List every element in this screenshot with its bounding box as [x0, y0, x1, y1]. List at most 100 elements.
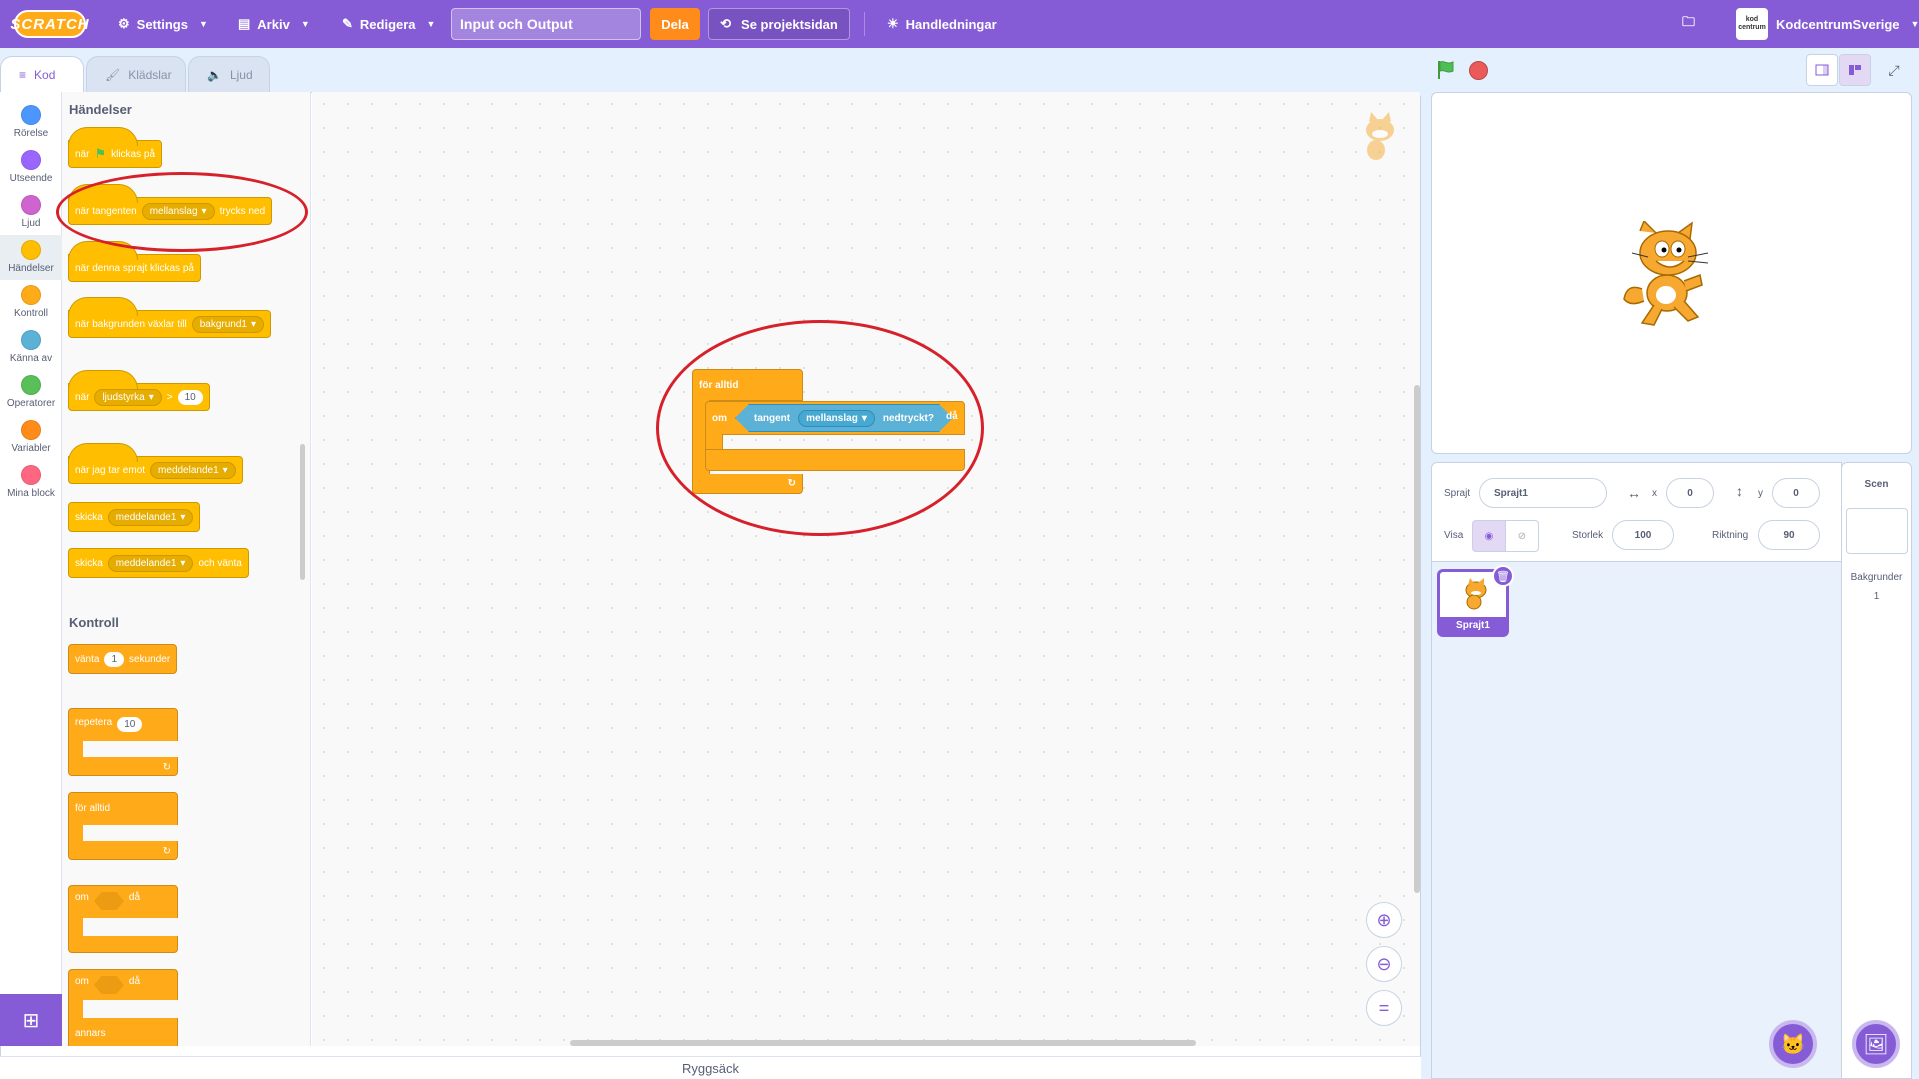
delete-sprite-button[interactable]: 🗑 [1492, 565, 1514, 587]
category-variables[interactable]: Variabler [0, 415, 62, 460]
small-stage-button[interactable] [1806, 54, 1838, 86]
category-looks[interactable]: Utseende [0, 145, 62, 190]
dropdown-value: bakgrund1 [199, 318, 247, 330]
block-text: om [75, 976, 89, 987]
workspace-horizontal-scrollbar[interactable] [570, 1040, 1196, 1046]
add-backdrop-button[interactable]: 🖼 [1852, 1020, 1900, 1068]
hide-sprite-button[interactable]: ⊘ [1505, 520, 1539, 552]
workspace-vertical-scrollbar[interactable] [1414, 385, 1420, 893]
block-repeat[interactable]: repetera 10 ↻ [68, 708, 179, 776]
category-label: Ljud [21, 218, 41, 229]
message-dropdown[interactable]: meddelande1 ▾ [150, 461, 236, 479]
annotation-ellipse-script [656, 320, 984, 536]
project-title-input[interactable] [451, 8, 641, 40]
category-events[interactable]: Händelser [0, 235, 62, 280]
current-sprite-watermark-icon [1366, 112, 1394, 160]
block-text: då [128, 976, 141, 987]
normal-stage-button[interactable] [1839, 54, 1871, 86]
block-when-backdrop-switches[interactable]: när bakgrunden växlar till bakgrund1 ▾ [68, 297, 272, 338]
size-input[interactable]: 100 [1612, 520, 1674, 550]
account-menu[interactable]: KodcentrumSverige ▼ [1776, 0, 1919, 48]
fullscreen-button[interactable]: ⤢ [1878, 54, 1910, 86]
sprite-list-panel [1431, 562, 1842, 1079]
category-menu: Rörelse Utseende Ljud Händelser Kontroll… [0, 92, 62, 1046]
block-forever[interactable]: för alltid ↻ [68, 792, 179, 860]
settings-menu[interactable]: ⚙ Settings ▼ [118, 0, 208, 48]
block-when-loudness[interactable]: när ljudstyrka ▾ > 10 [68, 370, 210, 411]
block-when-flag-clicked[interactable]: när ⚑ klickas på [68, 127, 163, 168]
chevron-down-icon: ▼ [1910, 19, 1919, 29]
avatar[interactable]: kod centrum [1736, 8, 1768, 40]
edit-menu[interactable]: ✎ Redigera ▼ [342, 0, 435, 48]
message-dropdown[interactable]: meddelande1 ▾ [107, 508, 194, 526]
stage-canvas[interactable] [1431, 92, 1912, 454]
category-control[interactable]: Kontroll [0, 280, 62, 325]
category-motion[interactable]: Rörelse [0, 100, 62, 145]
tab-costumes[interactable]: 🖌 Klädslar [86, 56, 186, 92]
block-wait[interactable]: vänta 1 sekunder [68, 644, 178, 674]
chevron-down-icon: ▾ [180, 511, 186, 523]
backdrop-dropdown[interactable]: bakgrund1 ▾ [191, 315, 265, 333]
block-text: för alltid [75, 803, 111, 814]
script-workspace[interactable] [312, 92, 1420, 1046]
zoom-out-button[interactable]: ⊖ [1366, 946, 1402, 982]
palette-heading-events: Händelser [69, 102, 132, 117]
y-position-input[interactable]: 0 [1772, 478, 1820, 508]
green-flag-icon[interactable] [1436, 60, 1456, 80]
tab-code[interactable]: ≡ Kod [0, 56, 84, 92]
sprite-info-panel: Sprajt Sprajt1 ↔ x 0 ↕ y 0 Visa ◉ ⊘ Stor… [1431, 462, 1842, 562]
condition-slot[interactable] [93, 976, 124, 994]
wait-value-input[interactable]: 1 [104, 651, 125, 667]
category-my-blocks[interactable]: Mina block [0, 460, 62, 505]
category-dot [21, 465, 41, 485]
block-if-then-else[interactable]: om då annars [68, 969, 179, 1046]
edit-label: Redigera [359, 16, 416, 32]
category-sound[interactable]: Ljud [0, 190, 62, 235]
menu-divider [864, 12, 865, 36]
add-sprite-button[interactable]: 🐱 [1769, 1020, 1817, 1068]
category-label: Rörelse [13, 128, 49, 139]
backdrop-thumbnail[interactable] [1845, 508, 1908, 554]
lightbulb-icon: ☀ [887, 16, 899, 31]
message-dropdown[interactable]: meddelande1 ▾ [107, 554, 194, 572]
stop-button[interactable] [1469, 61, 1488, 80]
backpack-bar[interactable]: Ryggsäck [0, 1056, 1421, 1079]
category-label: Kontroll [14, 308, 48, 319]
category-operators[interactable]: Operatorer [0, 370, 62, 415]
repeat-value-input[interactable]: 10 [117, 717, 143, 732]
my-stuff-button[interactable]: 🗀 [1682, 0, 1695, 48]
c-block-mouth [83, 825, 179, 841]
palette-scrollbar[interactable] [300, 444, 305, 580]
block-broadcast[interactable]: skicka meddelande1 ▾ [68, 502, 201, 532]
eye-slash-icon: ⊘ [1517, 530, 1527, 542]
zoom-in-button[interactable]: ⊕ [1366, 902, 1402, 938]
loudness-value-input[interactable]: 10 [177, 389, 203, 405]
block-broadcast-and-wait[interactable]: skicka meddelande1 ▾ och vänta [68, 548, 249, 578]
block-if-then[interactable]: om då [68, 885, 179, 953]
stage-selector-panel[interactable]: Scen Bakgrunder 1 [1841, 462, 1912, 1079]
block-when-sprite-clicked[interactable]: när denna sprajt klickas på [68, 241, 201, 282]
x-position-input[interactable]: 0 [1666, 478, 1714, 508]
show-sprite-button[interactable]: ◉ [1472, 520, 1506, 552]
direction-input[interactable]: 90 [1758, 520, 1820, 550]
sprite-name-input[interactable]: Sprajt1 [1479, 478, 1607, 508]
share-button[interactable]: Dela [650, 8, 700, 40]
loudness-dropdown[interactable]: ljudstyrka ▾ [94, 388, 162, 406]
tutorials-label: Handledningar [905, 16, 997, 32]
condition-slot[interactable] [93, 892, 124, 910]
zoom-reset-button[interactable]: = [1366, 990, 1402, 1026]
add-extension-button[interactable]: ⊞ [0, 994, 62, 1046]
tab-sounds[interactable]: 🔈 Ljud [188, 56, 270, 92]
scratch-logo[interactable]: SCRATCH [10, 10, 89, 38]
cat-sprite[interactable] [1622, 221, 1722, 327]
c-block-mouth [83, 918, 179, 936]
dropdown-value: meddelande1 [115, 557, 177, 569]
block-when-i-receive[interactable]: när jag tar emot meddelande1 ▾ [68, 443, 243, 484]
c-block-mouth [83, 741, 179, 757]
tutorials-button[interactable]: ☀ Handledningar [887, 0, 997, 48]
category-sensing[interactable]: Känna av [0, 325, 62, 370]
category-dot [21, 195, 41, 215]
see-project-page-button[interactable]: ⟲ Se projektsidan [708, 8, 850, 40]
category-label: Mina block [7, 488, 55, 499]
file-menu[interactable]: ▤ Arkiv ▼ [238, 0, 310, 48]
